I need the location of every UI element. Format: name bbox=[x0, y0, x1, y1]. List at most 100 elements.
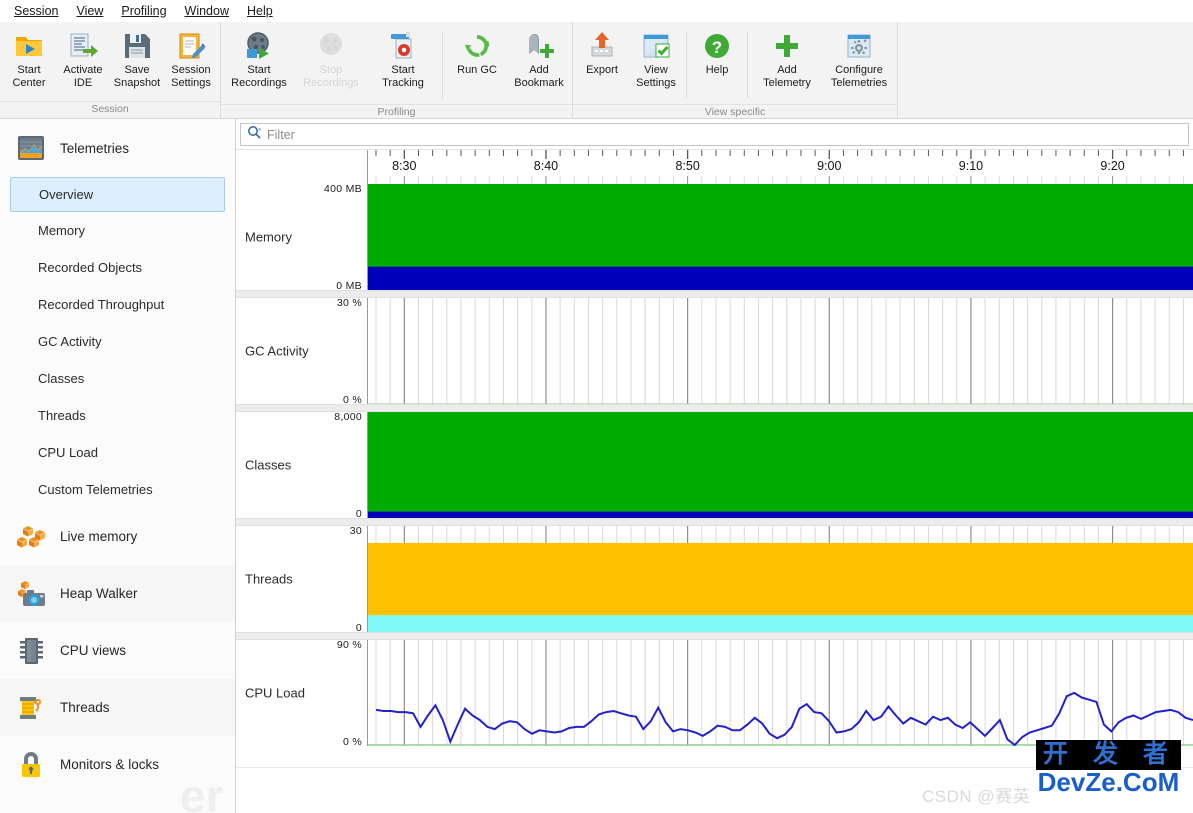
stop-recordings-button[interactable]: Stop Recordings bbox=[295, 26, 367, 90]
memory-axis-max: 400 MB bbox=[324, 183, 362, 195]
add-bookmark-button[interactable]: Add Bookmark bbox=[508, 26, 570, 90]
configure-telemetries-icon bbox=[843, 30, 875, 62]
sidebar-item-label: Memory bbox=[38, 223, 85, 238]
threads-axis-min: 0 bbox=[355, 622, 362, 634]
sidebar-item-memory[interactable]: Memory bbox=[10, 212, 225, 249]
save-snapshot-label: Save Snapshot bbox=[113, 64, 161, 89]
menu-session[interactable]: Session bbox=[6, 2, 66, 20]
help-button[interactable]: ? Help bbox=[690, 26, 744, 78]
gc-label-col: 30 % GC Activity 0 % bbox=[236, 297, 367, 406]
toolbar-group-view-specific-label: View specific bbox=[573, 104, 897, 120]
main-body: Telemetries Overview Memory Recorded Obj… bbox=[0, 119, 1193, 813]
sidebar-telemetry-items: Overview Memory Recorded Objects Recorde… bbox=[0, 177, 235, 508]
start-tracking-button[interactable]: Start Tracking bbox=[367, 26, 439, 90]
sidebar-category-threads[interactable]: Threads bbox=[0, 679, 235, 736]
classes-axis-min: 0 bbox=[355, 508, 362, 520]
chart-row-classes: 8,000 Classes 0 bbox=[236, 411, 1193, 520]
gc-axis-max: 30 % bbox=[336, 297, 362, 309]
activate-ide-button[interactable]: Activate IDE bbox=[56, 26, 110, 90]
menu-window[interactable]: Window bbox=[177, 2, 237, 20]
filter-input[interactable]: Filter bbox=[240, 123, 1189, 146]
cpu-axis-max: 90 % bbox=[336, 639, 362, 651]
toolbar-group-session-label: Session bbox=[0, 101, 220, 118]
run-gc-button[interactable]: Run GC bbox=[446, 26, 508, 78]
sidebar-item-threads[interactable]: Threads bbox=[10, 397, 225, 434]
cpu-chart-svg bbox=[368, 640, 1193, 746]
cpu-axis-min: 0 % bbox=[343, 736, 362, 748]
add-telemetry-button[interactable]: Add Telemetry bbox=[751, 26, 823, 90]
session-settings-button[interactable]: Session Settings bbox=[164, 26, 218, 90]
monitors-locks-icon bbox=[14, 748, 48, 782]
sidebar-item-label: Overview bbox=[39, 187, 94, 202]
add-telemetry-icon bbox=[771, 30, 803, 62]
sidebar-category-cpu-views[interactable]: CPU views bbox=[0, 622, 235, 679]
cpu-load-plot[interactable] bbox=[367, 640, 1193, 746]
add-bookmark-icon bbox=[523, 30, 555, 62]
classes-chart-svg bbox=[368, 412, 1193, 518]
activate-ide-icon bbox=[67, 30, 99, 62]
sidebar-item-overview[interactable]: Overview bbox=[10, 177, 225, 212]
sidebar-category-live-memory[interactable]: Live memory bbox=[0, 508, 235, 565]
sidebar-category-label: Heap Walker bbox=[60, 586, 138, 601]
sidebar-category-label: Live memory bbox=[60, 529, 138, 544]
export-label: Export bbox=[586, 64, 618, 76]
sidebar-item-cpu-load[interactable]: CPU Load bbox=[10, 434, 225, 471]
sidebar-category-heap-walker[interactable]: Heap Walker bbox=[0, 565, 235, 622]
threads-plot[interactable] bbox=[367, 526, 1193, 632]
classes-plot[interactable] bbox=[367, 412, 1193, 518]
sidebar-item-classes[interactable]: Classes bbox=[10, 360, 225, 397]
memory-plot[interactable] bbox=[367, 184, 1193, 290]
start-recordings-button[interactable]: Start Recordings bbox=[223, 26, 295, 90]
menu-view-label: View bbox=[76, 3, 104, 18]
memory-chart-title: Memory bbox=[245, 229, 292, 245]
chart-separator-2 bbox=[236, 404, 1193, 412]
help-label: Help bbox=[705, 64, 729, 76]
menu-window-label: Window bbox=[184, 3, 229, 18]
start-center-icon bbox=[13, 30, 45, 62]
chart-row-cpu-load: 90 % CPU Load 0 % bbox=[236, 639, 1193, 748]
chart-separator-3 bbox=[236, 518, 1193, 526]
gc-activity-plot[interactable] bbox=[367, 298, 1193, 404]
filter-placeholder: Filter bbox=[267, 127, 295, 142]
sidebar-item-recorded-throughput[interactable]: Recorded Throughput bbox=[10, 286, 225, 323]
configure-telemetries-button[interactable]: Configure Telemetries bbox=[823, 26, 895, 90]
bottom-strip bbox=[236, 767, 1193, 813]
classes-chart-title: Classes bbox=[245, 457, 292, 473]
telemetries-icon bbox=[14, 131, 48, 165]
time-axis-ticks bbox=[368, 150, 1193, 184]
live-memory-icon bbox=[14, 520, 48, 554]
sidebar-item-label: CPU Load bbox=[38, 445, 98, 460]
threads-chart-title: Threads bbox=[245, 571, 293, 587]
sidebar-category-label: CPU views bbox=[60, 643, 127, 658]
export-button[interactable]: Export bbox=[575, 26, 629, 78]
start-recordings-label: Start Recordings bbox=[231, 64, 287, 89]
content-area: Filter 8:308:408:509:009:109:209:30 bbox=[236, 119, 1193, 813]
sidebar-item-gc-activity[interactable]: GC Activity bbox=[10, 323, 225, 360]
classes-axis-max: 8,000 bbox=[334, 411, 362, 423]
sidebar-item-custom-telemetries[interactable]: Custom Telemetries bbox=[10, 471, 225, 508]
time-axis-row: 8:308:408:509:009:109:209:30 bbox=[236, 150, 1193, 184]
memory-axis-min: 0 MB bbox=[336, 280, 362, 292]
sidebar-item-label: GC Activity bbox=[38, 334, 102, 349]
view-settings-button[interactable]: View Settings bbox=[629, 26, 683, 90]
sidebar-section-telemetries[interactable]: Telemetries bbox=[0, 119, 235, 177]
time-axis-tick-label: 8:30 bbox=[392, 159, 417, 173]
threads-label-col: 30 Threads 0 bbox=[236, 525, 367, 634]
save-snapshot-button[interactable]: Save Snapshot bbox=[110, 26, 164, 90]
memory-label-col: 400 MB Memory 0 MB bbox=[236, 183, 367, 292]
menu-profiling[interactable]: Profiling bbox=[113, 2, 174, 20]
time-axis-tick-label: 9:20 bbox=[1100, 159, 1125, 173]
heap-walker-icon bbox=[14, 577, 48, 611]
svg-text:?: ? bbox=[712, 38, 722, 57]
help-icon: ? bbox=[701, 30, 733, 62]
toolbar-group-profiling-label: Profiling bbox=[221, 104, 572, 120]
add-telemetry-label: Add Telemetry bbox=[763, 64, 811, 89]
menu-help-label: Help bbox=[247, 3, 273, 18]
sidebar-category-monitors-locks[interactable]: Monitors & locks bbox=[0, 736, 235, 793]
sidebar-item-recorded-objects[interactable]: Recorded Objects bbox=[10, 249, 225, 286]
start-center-button[interactable]: Start Center bbox=[2, 26, 56, 90]
menu-view[interactable]: View bbox=[68, 2, 111, 20]
gc-axis-min: 0 % bbox=[343, 394, 362, 406]
menu-help[interactable]: Help bbox=[239, 2, 281, 20]
sidebar-item-label: Recorded Throughput bbox=[38, 297, 165, 312]
